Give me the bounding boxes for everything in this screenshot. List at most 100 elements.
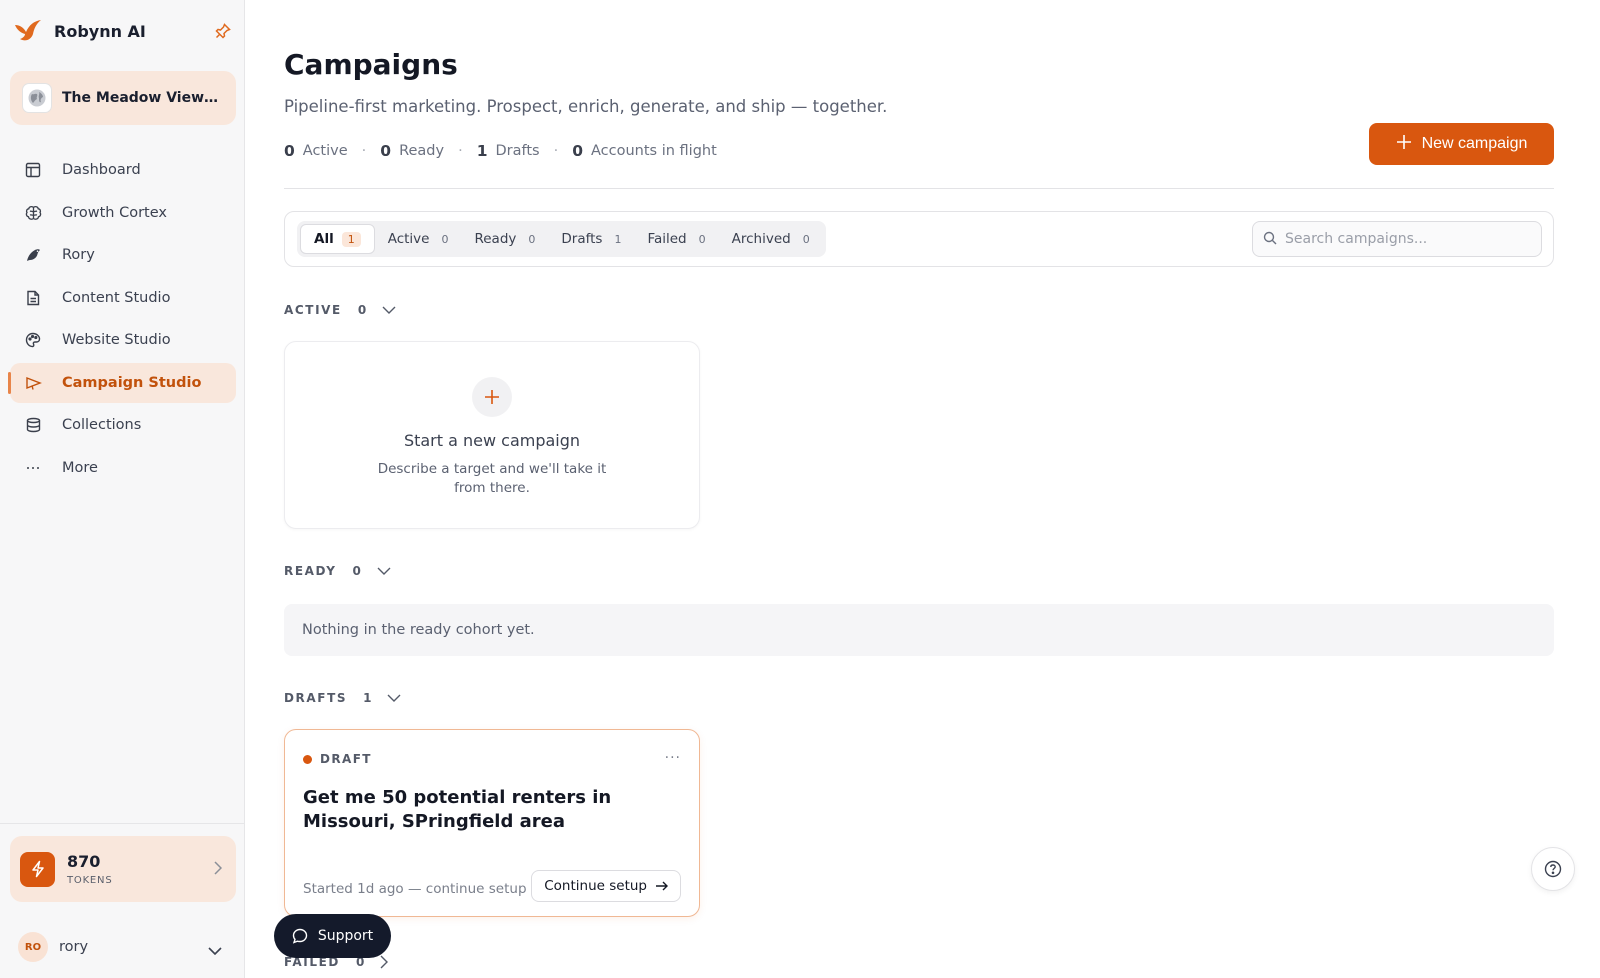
brand: Robynn AI: [14, 18, 232, 44]
tab-failed[interactable]: Failed 0: [634, 224, 718, 254]
continue-setup-label: Continue setup: [544, 878, 647, 894]
database-icon: [24, 416, 42, 434]
sidebar-nav: Dashboard Growth Cortex Rory Content Stu…: [8, 150, 236, 490]
tab-count: 0: [528, 232, 536, 246]
tab-ready[interactable]: Ready 0: [461, 224, 548, 254]
tokens-card[interactable]: 870 TOKENS: [10, 836, 236, 902]
tab-count: 1: [341, 231, 361, 247]
section-count: 1: [363, 691, 372, 705]
avatar: RO: [18, 932, 48, 962]
status-dot: [303, 754, 312, 764]
sidebar-item-more[interactable]: More: [10, 448, 236, 488]
support-label: Support: [317, 928, 374, 944]
chat-bubble-icon: [292, 928, 308, 944]
section-label: READY: [284, 564, 337, 578]
chevron-down-icon: [208, 940, 222, 959]
sidebar-item-growth-cortex[interactable]: Growth Cortex: [10, 193, 236, 233]
header-divider: [284, 188, 1554, 189]
section-count: 0: [352, 564, 361, 578]
start-campaign-description: Describe a target and we'll take it from…: [377, 461, 607, 496]
sidebar-item-label: Campaign Studio: [62, 374, 202, 391]
help-icon[interactable]: [1531, 847, 1575, 891]
brain-icon: [24, 204, 42, 222]
tab-count: 0: [698, 232, 706, 246]
draft-campaign-card[interactable]: DRAFT ··· Get me 50 potential renters in…: [284, 729, 700, 917]
stat-separator: ·: [553, 143, 559, 159]
sidebar-item-label: Rory: [62, 247, 95, 263]
continue-setup-button[interactable]: Continue setup: [531, 870, 681, 902]
lightning-icon: [20, 851, 55, 887]
pin-icon[interactable]: [214, 22, 232, 40]
chevron-down-icon: [377, 567, 391, 575]
tab-count: 1: [614, 232, 622, 246]
sidebar-item-website-studio[interactable]: Website Studio: [10, 320, 236, 360]
sidebar-item-label: Collections: [62, 417, 142, 433]
tokens-label: TOKENS: [67, 875, 113, 886]
sidebar-item-label: Content Studio: [62, 289, 171, 306]
section-ready-header[interactable]: READY 0: [284, 564, 391, 578]
chevron-down-icon: [387, 694, 401, 702]
stat-ready-value: 0: [380, 142, 392, 160]
sidebar-item-rory[interactable]: Rory: [10, 235, 236, 275]
search-box: [1252, 221, 1542, 257]
palette-icon: [24, 331, 42, 349]
workspace-switcher[interactable]: The Meadow View A...: [10, 71, 236, 125]
tab-archived[interactable]: Archived 0: [719, 224, 823, 254]
tab-label: Drafts: [561, 231, 603, 247]
section-count: 0: [357, 303, 367, 317]
campaign-meta: Started 1d ago — continue setup: [303, 881, 527, 897]
app-name: Robynn AI: [54, 21, 146, 41]
main-content: Campaigns Pipeline-first marketing. Pros…: [284, 0, 1554, 978]
tab-label: Failed: [647, 231, 687, 247]
tab-drafts[interactable]: Drafts 1: [548, 224, 634, 254]
stat-separator: ·: [361, 143, 367, 159]
sidebar-item-label: Growth Cortex: [62, 204, 167, 221]
chevron-down-icon: [382, 306, 396, 314]
filter-bar: All 1 Active 0 Ready 0 Drafts 1 Failed 0…: [284, 211, 1554, 267]
stat-ready-label: Ready: [399, 143, 445, 159]
search-input[interactable]: [1285, 231, 1535, 247]
stat-active-label: Active: [302, 143, 348, 159]
tab-label: Archived: [731, 231, 791, 247]
chevron-right-icon: [214, 860, 223, 879]
more-options-icon[interactable]: ···: [665, 750, 681, 766]
page-subtitle: Pipeline-first marketing. Prospect, enri…: [284, 97, 888, 116]
section-label: ACTIVE: [284, 303, 342, 317]
sidebar-item-label: More: [62, 459, 98, 476]
user-menu[interactable]: RO rory: [18, 932, 228, 962]
section-label: DRAFTS: [284, 691, 348, 705]
document-icon: [24, 289, 42, 307]
tab-label: All: [314, 231, 334, 247]
tab-all[interactable]: All 1: [300, 224, 375, 254]
new-campaign-label: New campaign: [1421, 135, 1528, 152]
plus-icon: [1396, 134, 1412, 154]
start-campaign-card[interactable]: Start a new campaign Describe a target a…: [284, 341, 700, 529]
sidebar-item-label: Dashboard: [62, 162, 141, 178]
sidebar-divider: [0, 823, 245, 824]
tab-label: Ready: [474, 231, 517, 247]
status-label: DRAFT: [320, 752, 372, 766]
tab-label: Active: [387, 231, 430, 247]
tab-count: 0: [441, 232, 449, 246]
stat-active-value: 0: [284, 142, 295, 160]
layout-icon: [24, 161, 42, 179]
bird-icon: [24, 246, 42, 264]
section-active-header[interactable]: ACTIVE 0: [284, 303, 396, 317]
start-campaign-title: Start a new campaign: [403, 431, 581, 450]
sidebar-item-content-studio[interactable]: Content Studio: [10, 278, 236, 318]
new-campaign-button[interactable]: New campaign: [1369, 123, 1554, 165]
plus-icon: [472, 377, 512, 417]
megaphone-icon: [24, 374, 42, 392]
support-button[interactable]: Support: [274, 914, 391, 958]
section-drafts-header[interactable]: DRAFTS 1: [284, 691, 401, 705]
page-title: Campaigns: [284, 48, 458, 81]
tab-active[interactable]: Active 0: [375, 224, 462, 254]
chevron-right-icon: [380, 955, 389, 969]
sidebar-item-dashboard[interactable]: Dashboard: [10, 150, 236, 190]
status-badge: DRAFT: [303, 752, 372, 766]
sidebar-item-campaign-studio[interactable]: Campaign Studio: [8, 362, 236, 403]
sidebar: Robynn AI The Meadow View A... Dashboard…: [0, 0, 245, 978]
stat-accounts-label: Accounts in flight: [591, 143, 717, 159]
sidebar-item-collections[interactable]: Collections: [10, 405, 236, 445]
ellipsis-icon: [24, 459, 42, 477]
